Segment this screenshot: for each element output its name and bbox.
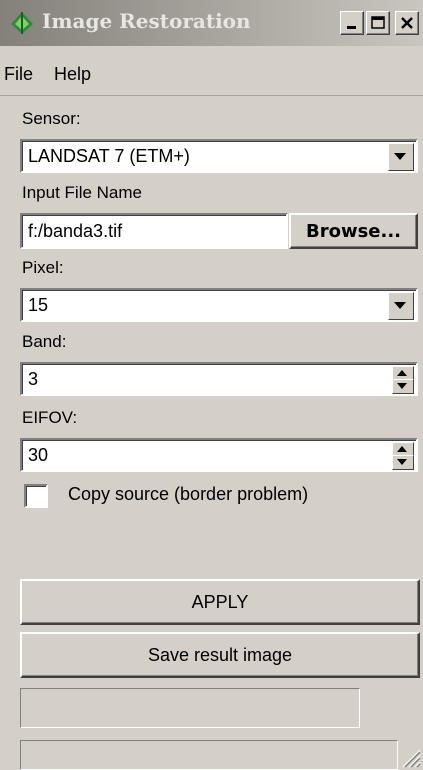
input-file-value: f:/banda3.tif	[28, 221, 123, 241]
menu-bar: File Help	[0, 56, 423, 96]
copy-source-label[interactable]: Copy source (border problem)	[68, 484, 308, 505]
menu-help[interactable]: Help	[54, 64, 91, 85]
eifov-value: 30	[28, 445, 49, 465]
close-button[interactable]	[395, 11, 419, 35]
arrow-down-icon	[397, 459, 407, 465]
close-icon	[401, 17, 413, 29]
app-leaf-icon	[9, 10, 35, 36]
pixel-dropdown-button[interactable]	[388, 292, 414, 320]
sensor-dropdown-button[interactable]	[388, 143, 414, 171]
arrow-up-icon	[397, 370, 407, 376]
band-value: 3	[28, 369, 39, 389]
minimize-button[interactable]	[340, 11, 364, 35]
eifov-spin-down[interactable]	[392, 455, 414, 470]
chevron-down-icon	[394, 153, 406, 160]
input-file-label: Input File Name	[22, 183, 142, 202]
title-bar[interactable]: Image Restoration	[0, 0, 423, 46]
save-result-button[interactable]: Save result image	[20, 632, 420, 678]
chevron-down-icon	[394, 302, 406, 309]
arrow-down-icon	[397, 383, 407, 389]
minimize-icon	[347, 26, 356, 29]
sensor-label: Sensor:	[22, 109, 81, 128]
sensor-value: LANDSAT 7 (ETM+)	[28, 146, 190, 166]
apply-button[interactable]: APPLY	[20, 579, 420, 625]
eifov-label: EIFOV:	[22, 408, 78, 427]
band-spin-down[interactable]	[392, 379, 414, 394]
arrow-up-icon	[397, 446, 407, 452]
input-file-field[interactable]: f:/banda3.tif	[20, 213, 288, 249]
maximize-button[interactable]	[366, 11, 390, 35]
window-title: Image Restoration	[42, 9, 251, 33]
band-spinbox[interactable]: 3	[20, 362, 418, 396]
status-panel-2	[20, 740, 398, 770]
pixel-dropdown[interactable]: 15	[20, 288, 418, 322]
menu-file[interactable]: File	[4, 64, 33, 85]
eifov-spinbox[interactable]: 30	[20, 438, 418, 472]
band-label: Band:	[22, 332, 67, 351]
browse-button[interactable]: Browse...	[289, 213, 418, 249]
copy-source-checkbox[interactable]	[24, 484, 48, 508]
pixel-value: 15	[28, 295, 49, 315]
maximize-icon	[371, 16, 385, 29]
status-panel-1	[20, 688, 360, 728]
sensor-dropdown[interactable]: LANDSAT 7 (ETM+)	[20, 139, 418, 173]
resize-grip-icon[interactable]	[399, 746, 421, 768]
pixel-label: Pixel:	[22, 258, 64, 277]
